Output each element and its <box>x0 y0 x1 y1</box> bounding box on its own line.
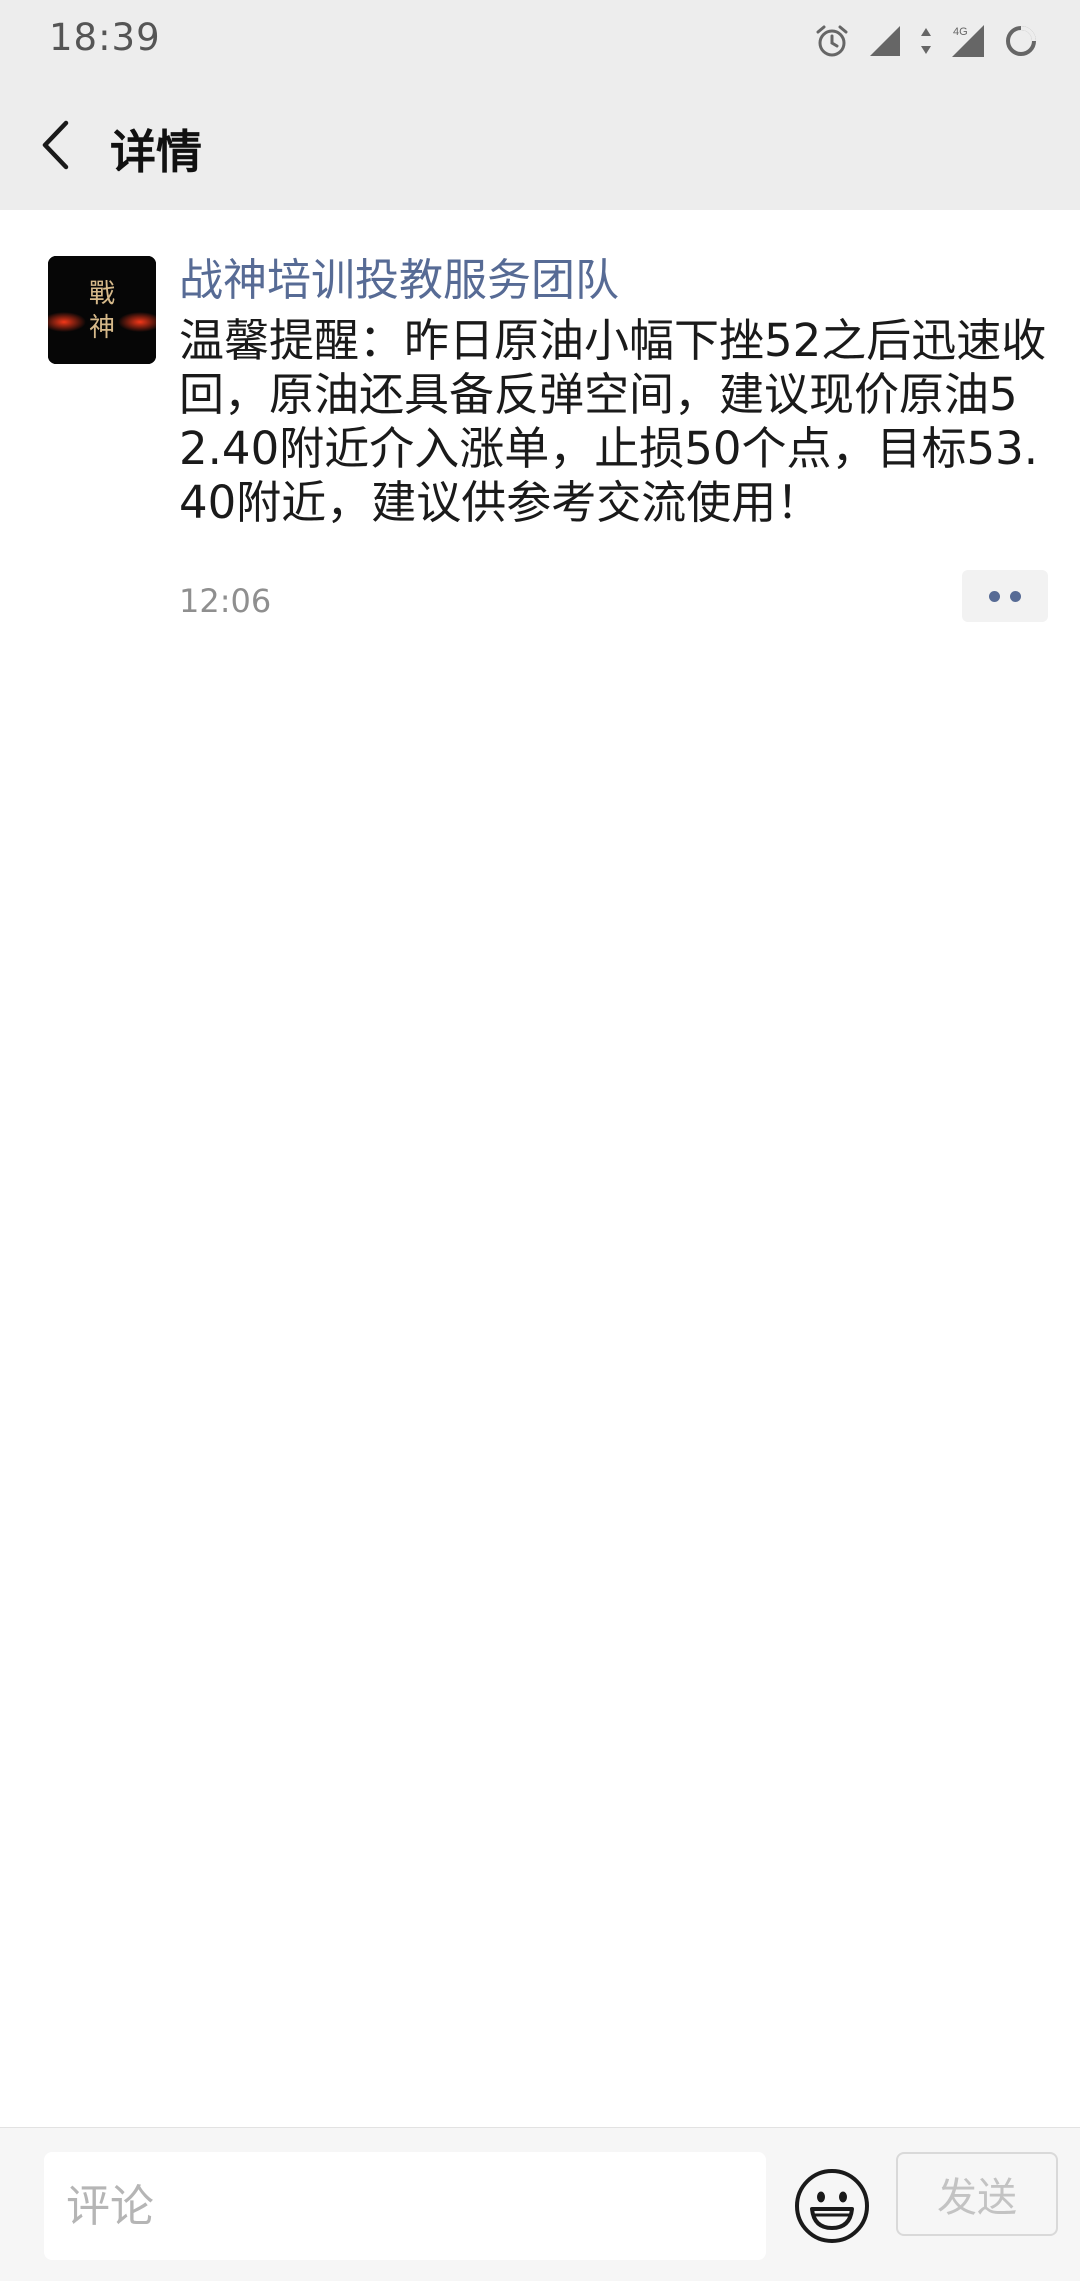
post-text: 温馨提醒：昨日原油小幅下挫52之后迅速收回，原油还具备反弹空间，建议现价原油52… <box>179 314 1047 529</box>
avatar[interactable]: 戰 神 <box>48 256 156 364</box>
page-title: 详情 <box>110 125 202 179</box>
data-arrows-icon <box>921 28 931 54</box>
alarm-icon <box>816 25 848 57</box>
post-timestamp: 12:06 <box>179 582 272 620</box>
signal-4g-icon: 4G <box>952 25 984 57</box>
more-actions-button[interactable] <box>962 570 1048 622</box>
comment-bar: 发送 <box>0 2127 1080 2281</box>
back-button[interactable] <box>28 113 82 177</box>
more-dots-icon <box>989 590 1000 602</box>
avatar-text-top: 戰 <box>89 279 115 309</box>
avatar-image: 戰 神 <box>48 256 156 364</box>
chevron-left-icon <box>42 120 69 170</box>
send-button[interactable]: 发送 <box>896 2152 1058 2236</box>
signal-icon <box>870 26 900 56</box>
avatar-text-bottom: 神 <box>89 313 115 343</box>
loading-icon <box>1006 26 1036 56</box>
status-icons: 4G <box>814 20 1038 62</box>
status-bar: 18:39 4G <box>0 0 1080 80</box>
header-bar: 详情 <box>0 80 1080 210</box>
more-dots-icon <box>1010 590 1021 602</box>
comment-input[interactable] <box>44 2152 766 2260</box>
status-time: 18:39 <box>49 16 161 59</box>
network-label: 4G <box>953 26 968 38</box>
author-name[interactable]: 战神培训投教服务团队 <box>179 244 619 308</box>
emoji-icon[interactable] <box>794 2168 870 2244</box>
